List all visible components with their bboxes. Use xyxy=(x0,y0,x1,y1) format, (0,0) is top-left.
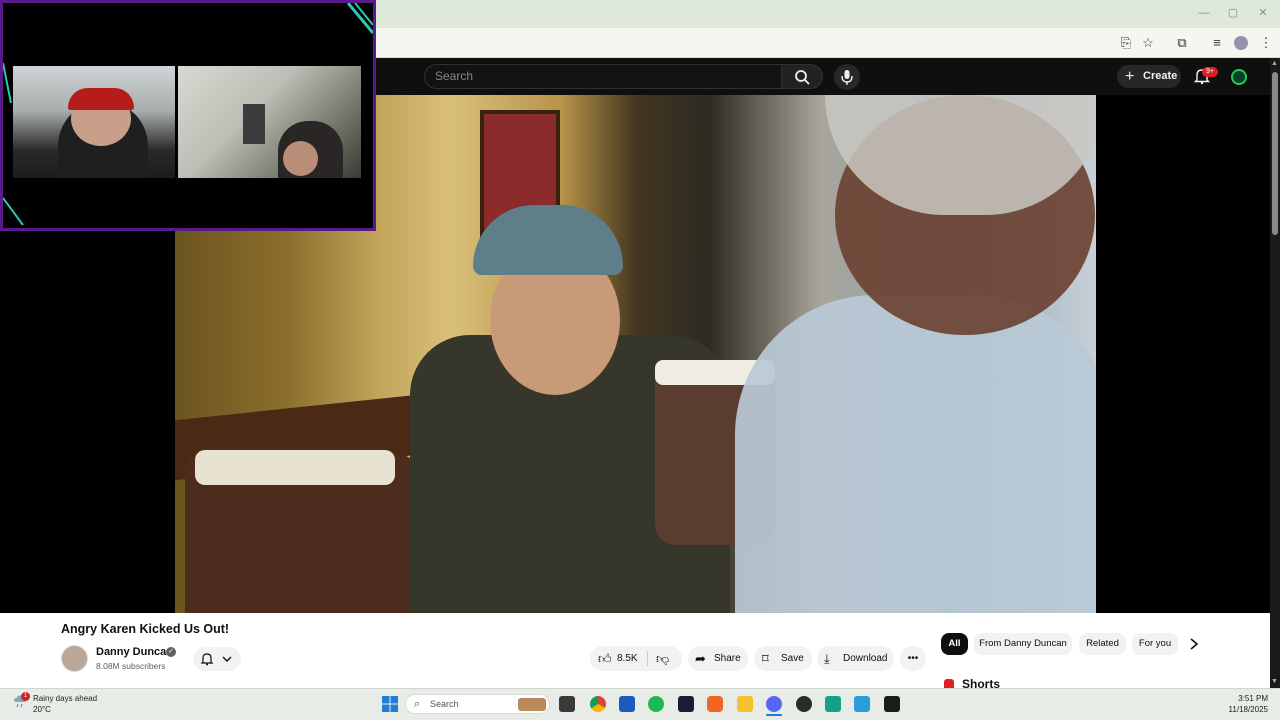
media-controls-icon[interactable]: ≡ xyxy=(1209,35,1225,51)
chevron-right-icon xyxy=(1190,638,1199,650)
maximize-icon[interactable]: ▢ xyxy=(1226,6,1240,20)
terminal-icon[interactable] xyxy=(884,696,900,712)
close-icon[interactable]: ✕ xyxy=(1256,6,1270,20)
weather-temperature: 20°C xyxy=(33,705,51,714)
subscriber-count: 8.08M subscribers xyxy=(96,661,166,671)
create-button[interactable]: + Create xyxy=(1117,65,1181,88)
more-actions-button[interactable]: ••• xyxy=(900,646,926,671)
like-count: 8.5K xyxy=(617,653,638,664)
install-app-icon[interactable]: ⎘ xyxy=(1118,35,1134,51)
notepad-icon[interactable] xyxy=(854,696,870,712)
browser-menu-icon[interactable]: ⋮ xyxy=(1258,35,1274,51)
store-icon[interactable] xyxy=(619,696,635,712)
account-avatar[interactable] xyxy=(1231,69,1247,85)
chip-all[interactable]: All xyxy=(941,633,968,655)
discord-icon[interactable] xyxy=(766,696,782,712)
share-label: Share xyxy=(714,653,741,664)
taskbar-search-label: Search xyxy=(430,699,459,709)
scrollbar-thumb[interactable] xyxy=(1272,72,1278,235)
profile-icon[interactable] xyxy=(1233,35,1249,51)
git-app-icon[interactable] xyxy=(707,696,723,712)
like-dislike-group: 👍︎ 8.5K 👎︎ xyxy=(590,646,682,671)
notification-bell-subscribe-button[interactable] xyxy=(193,647,241,671)
clock-time: 3:51 PM xyxy=(1238,694,1268,703)
verified-check-icon: ✓ xyxy=(166,647,176,657)
thumbs-down-icon: 👎︎ xyxy=(656,651,670,666)
minimize-icon[interactable]: — xyxy=(1197,6,1211,20)
share-button[interactable]: ➦ Share xyxy=(688,646,748,671)
save-button[interactable]: ⌑ Save xyxy=(754,646,812,671)
active-app-indicator xyxy=(766,714,782,716)
weather-title: Rainy days ahead xyxy=(33,694,98,703)
webcam-feed-1 xyxy=(13,66,175,178)
download-icon: ⤓ xyxy=(824,651,830,666)
search-button[interactable] xyxy=(781,64,823,89)
app-icon[interactable] xyxy=(825,696,841,712)
search-highlight-image xyxy=(518,698,546,711)
bookmark-star-icon[interactable]: ☆ xyxy=(1140,35,1156,51)
clock-date: 11/18/2025 xyxy=(1228,705,1268,714)
taskbar-search-box[interactable]: ⌕ Search xyxy=(405,694,550,714)
divider xyxy=(647,651,648,666)
steam-icon[interactable] xyxy=(796,696,812,712)
voice-search-button[interactable] xyxy=(834,64,860,90)
system-clock[interactable]: 3:51 PM 11/18/2025 xyxy=(1222,693,1268,715)
bell-icon xyxy=(200,653,214,666)
pitcher-lid xyxy=(195,450,395,485)
weather-widget[interactable]: Rainy days ahead 20°C xyxy=(33,693,97,715)
chip-from-danny-duncan[interactable]: From Danny Duncan xyxy=(974,633,1072,655)
weather-alert-badge: 1 xyxy=(21,692,30,701)
chevron-down-icon xyxy=(222,656,232,662)
app-icon[interactable] xyxy=(678,696,694,712)
webcam-feed-2 xyxy=(178,66,361,178)
chips-next-button[interactable] xyxy=(1186,636,1202,652)
save-label: Save xyxy=(781,653,804,664)
spotify-icon[interactable] xyxy=(648,696,664,712)
search-icon xyxy=(795,70,810,85)
blurred-person-hoodie xyxy=(735,295,1096,613)
start-button[interactable] xyxy=(382,696,398,712)
microphone-icon xyxy=(841,70,853,85)
search-icon: ⌕ xyxy=(414,698,421,710)
bookmark-icon: ⌑ xyxy=(762,651,769,666)
video-title: Angry Karen Kicked Us Out! xyxy=(61,622,230,636)
thumbs-up-icon: 👍︎ xyxy=(598,651,612,666)
windows-logo-icon xyxy=(382,696,398,712)
chip-for-you[interactable]: For you xyxy=(1132,633,1178,655)
task-view-icon[interactable] xyxy=(559,696,575,712)
file-explorer-icon[interactable] xyxy=(737,696,753,712)
notification-count-badge: 9+ xyxy=(1202,67,1218,77)
share-arrow-icon: ➦ xyxy=(695,651,706,666)
search-input[interactable]: Search xyxy=(424,64,782,89)
chrome-icon[interactable] xyxy=(590,696,606,712)
more-horizontal-icon: ••• xyxy=(907,653,919,664)
chip-related[interactable]: Related xyxy=(1079,633,1126,655)
download-label: Download xyxy=(843,653,888,664)
channel-avatar[interactable] xyxy=(61,645,88,672)
create-label: Create xyxy=(1143,70,1178,82)
dislike-button[interactable]: 👎︎ xyxy=(650,646,680,671)
windows-taskbar xyxy=(0,688,1280,720)
like-button[interactable]: 👍︎ 8.5K xyxy=(590,646,646,671)
scroll-up-arrow-icon[interactable]: ▲ xyxy=(1271,60,1278,67)
channel-name[interactable]: Danny Duncan xyxy=(96,646,173,658)
plus-icon: + xyxy=(1125,68,1135,85)
extensions-icon[interactable]: ⧉ xyxy=(1174,35,1190,51)
scroll-down-arrow-icon[interactable]: ▼ xyxy=(1271,678,1278,685)
download-button[interactable]: ⤓ Download xyxy=(817,646,894,671)
